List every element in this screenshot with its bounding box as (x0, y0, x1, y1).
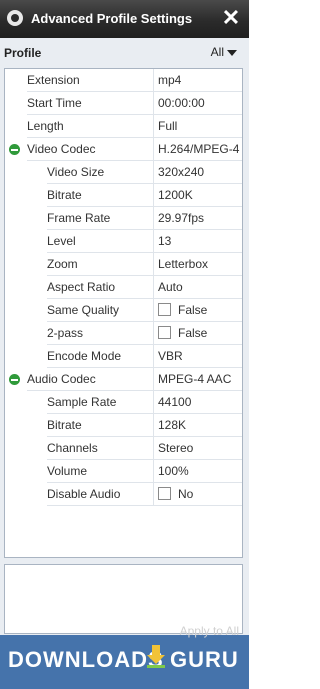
property-name: Channels (47, 437, 153, 460)
property-value[interactable]: Full (153, 115, 242, 138)
property-row[interactable]: Bitrate 1200K (5, 184, 242, 207)
property-value[interactable]: VBR (153, 345, 242, 368)
property-name: Bitrate (47, 184, 153, 207)
property-value[interactable]: 128K (153, 414, 242, 437)
property-row[interactable]: Encode Mode VBR (5, 345, 242, 368)
watermark-text-right: GURU (170, 647, 239, 672)
download-arrow-icon (147, 645, 165, 668)
property-row[interactable]: Audio Codec MPEG-4 AAC (5, 368, 242, 391)
row-gutter (5, 230, 23, 253)
property-row[interactable]: Channels Stereo (5, 437, 242, 460)
row-gutter (5, 299, 23, 322)
property-name: Start Time (27, 92, 153, 115)
property-checkbox[interactable] (158, 326, 171, 340)
property-value[interactable]: 320x240 (153, 161, 242, 184)
film-reel-icon (7, 10, 23, 26)
property-value[interactable]: No (153, 483, 242, 506)
property-row[interactable]: Sample Rate 44100 (5, 391, 242, 414)
profile-dropdown-value: All (210, 45, 224, 59)
property-value-text: False (178, 326, 208, 340)
row-gutter (5, 322, 23, 345)
property-value[interactable]: Auto (153, 276, 242, 299)
row-gutter (5, 437, 23, 460)
property-value[interactable]: Letterbox (153, 253, 242, 276)
property-row[interactable]: Volume 100% (5, 460, 242, 483)
row-gutter (5, 483, 23, 506)
row-gutter (5, 207, 23, 230)
property-value[interactable]: Stereo (153, 437, 242, 460)
row-gutter (5, 69, 23, 92)
property-name: Extension (27, 69, 153, 92)
property-checkbox[interactable] (158, 303, 171, 317)
row-gutter (5, 184, 23, 207)
apply-to-all-button[interactable]: Apply to All (180, 624, 239, 638)
property-name: Video Codec (27, 138, 153, 161)
property-row[interactable]: Aspect Ratio Auto (5, 276, 242, 299)
property-value[interactable]: 13 (153, 230, 242, 253)
property-value[interactable]: mp4 (153, 69, 242, 92)
watermark: DOWNLOADS GURU (0, 635, 249, 689)
property-grid: Extension mp4 Start Time 00:00:00 Length Full… (4, 68, 243, 558)
property-name: Same Quality (47, 299, 153, 322)
row-gutter (5, 253, 23, 276)
settings-panel: Profile All Extension mp4 Start Time 00:00:… (0, 38, 249, 689)
property-row[interactable]: Video Size 320x240 (5, 161, 242, 184)
property-checkbox[interactable] (158, 487, 171, 501)
row-gutter (5, 276, 23, 299)
property-value[interactable]: 100% (153, 460, 242, 483)
property-name: Bitrate (47, 414, 153, 437)
row-gutter (5, 92, 23, 115)
property-value-text: No (178, 487, 194, 501)
property-row[interactable]: 2-pass False (5, 322, 242, 345)
property-name: Audio Codec (27, 368, 153, 391)
property-value-text: False (178, 303, 208, 317)
property-row[interactable]: Level 13 (5, 230, 242, 253)
row-gutter (5, 115, 23, 138)
property-value[interactable]: H.264/MPEG-4 .. (153, 138, 242, 161)
property-name: Frame Rate (47, 207, 153, 230)
property-name: Video Size (47, 161, 153, 184)
window-title: Advanced Profile Settings (31, 11, 193, 26)
row-gutter (5, 460, 23, 483)
collapse-icon[interactable] (9, 144, 20, 155)
property-name: Sample Rate (47, 391, 153, 414)
row-gutter (5, 391, 23, 414)
property-row[interactable]: Frame Rate 29.97fps (5, 207, 242, 230)
chevron-down-icon (227, 49, 237, 56)
property-row[interactable]: Zoom Letterbox (5, 253, 242, 276)
row-gutter (5, 161, 23, 184)
property-value[interactable]: 44100 (153, 391, 242, 414)
property-row[interactable]: Bitrate 128K (5, 414, 242, 437)
property-value[interactable]: False (153, 322, 242, 345)
watermark-text-left: DOWNLOADS (8, 647, 164, 672)
title-bar: Advanced Profile Settings ✕ (0, 0, 249, 38)
property-row[interactable]: Same Quality False (5, 299, 242, 322)
property-name: Zoom (47, 253, 153, 276)
property-value[interactable]: 1200K (153, 184, 242, 207)
property-name: Volume (47, 460, 153, 483)
property-value[interactable]: 00:00:00 (153, 92, 242, 115)
property-row[interactable]: Extension mp4 (5, 69, 242, 92)
property-name: Level (47, 230, 153, 253)
property-name: Length (27, 115, 153, 138)
property-name: 2-pass (47, 322, 153, 345)
property-value[interactable]: False (153, 299, 242, 322)
property-row[interactable]: Length Full (5, 115, 242, 138)
property-name: Aspect Ratio (47, 276, 153, 299)
property-name: Encode Mode (47, 345, 153, 368)
row-gutter (5, 414, 23, 437)
close-icon[interactable]: ✕ (221, 7, 241, 29)
property-row[interactable]: Start Time 00:00:00 (5, 92, 242, 115)
property-row[interactable]: Video Codec H.264/MPEG-4 .. (5, 138, 242, 161)
profile-dropdown[interactable]: All (211, 45, 237, 59)
property-name: Disable Audio (47, 483, 153, 506)
row-gutter (5, 345, 23, 368)
property-value[interactable]: MPEG-4 AAC (153, 368, 242, 391)
collapse-icon[interactable] (9, 374, 20, 385)
property-value[interactable]: 29.97fps (153, 207, 242, 230)
profile-label: Profile (4, 46, 42, 60)
property-row[interactable]: Disable Audio No (5, 483, 242, 506)
